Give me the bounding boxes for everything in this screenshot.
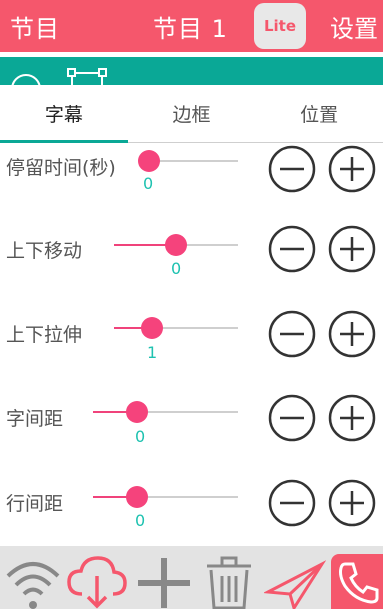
setting-row-letter-spacing: 字间距 0	[0, 394, 383, 466]
trash-icon[interactable]	[203, 554, 255, 609]
top-app-bar: 节目 节目 1 Lite 设置	[0, 0, 383, 52]
slider-track[interactable]	[93, 486, 238, 508]
slider-thumb[interactable]	[125, 486, 148, 508]
setting-row-vertical-move: 上下移动 0	[0, 225, 383, 298]
plus-icon[interactable]	[136, 554, 192, 609]
decrease-button[interactable]	[268, 394, 316, 442]
slider-value: 0	[171, 259, 182, 278]
programs-menu-button[interactable]: 节目	[10, 9, 60, 44]
decrease-button[interactable]	[268, 479, 316, 527]
slider-track[interactable]	[114, 317, 238, 339]
slider-thumb[interactable]	[165, 234, 187, 256]
setting-label: 行间距	[6, 493, 64, 515]
slider-track[interactable]	[114, 234, 238, 256]
tab-border[interactable]: 边框	[128, 85, 256, 142]
wifi-icon[interactable]	[4, 554, 62, 609]
send-icon[interactable]	[264, 554, 326, 609]
call-button[interactable]	[331, 554, 383, 609]
decrease-button[interactable]	[268, 310, 316, 358]
slider-track[interactable]	[93, 401, 238, 423]
setting-label: 字间距	[6, 408, 64, 430]
increase-button[interactable]	[328, 394, 376, 442]
slider-thumb[interactable]	[125, 401, 148, 423]
setting-row-line-spacing: 行间距 0	[0, 479, 383, 551]
tab-bar: 字幕 边框 位置	[0, 85, 383, 143]
slider-value: 0	[143, 174, 154, 193]
slider-value: 1	[147, 343, 158, 362]
slider-track[interactable]	[138, 150, 238, 172]
clock-icon[interactable]	[11, 74, 41, 85]
slider-thumb[interactable]	[141, 317, 164, 339]
setting-label: 上下移动	[6, 240, 83, 262]
increase-button[interactable]	[328, 145, 376, 193]
tab-position[interactable]: 位置	[255, 85, 383, 142]
lite-badge[interactable]: Lite	[254, 3, 306, 49]
decrease-button[interactable]	[268, 145, 316, 193]
increase-button[interactable]	[328, 479, 376, 527]
program-title: 节目 1	[153, 15, 228, 43]
setting-label: 停留时间(秒)	[6, 157, 116, 179]
crop-frame-icon[interactable]	[67, 68, 107, 85]
slider-value: 0	[135, 511, 146, 530]
toolbar-strip	[0, 57, 383, 85]
slider-value: 0	[135, 427, 146, 446]
phone-icon	[339, 562, 379, 604]
increase-button[interactable]	[328, 225, 376, 273]
settings-button[interactable]: 设置	[330, 9, 378, 44]
decrease-button[interactable]	[268, 225, 316, 273]
bottom-toolbar	[0, 546, 383, 609]
setting-row-dwell-time: 停留时间(秒) 0	[0, 145, 383, 215]
cloud-download-icon[interactable]	[66, 554, 128, 609]
slider-thumb[interactable]	[138, 150, 160, 172]
tab-subtitle[interactable]: 字幕	[0, 85, 128, 143]
increase-button[interactable]	[328, 310, 376, 358]
setting-row-vertical-stretch: 上下拉伸 1	[0, 310, 383, 382]
setting-label: 上下拉伸	[6, 324, 83, 346]
